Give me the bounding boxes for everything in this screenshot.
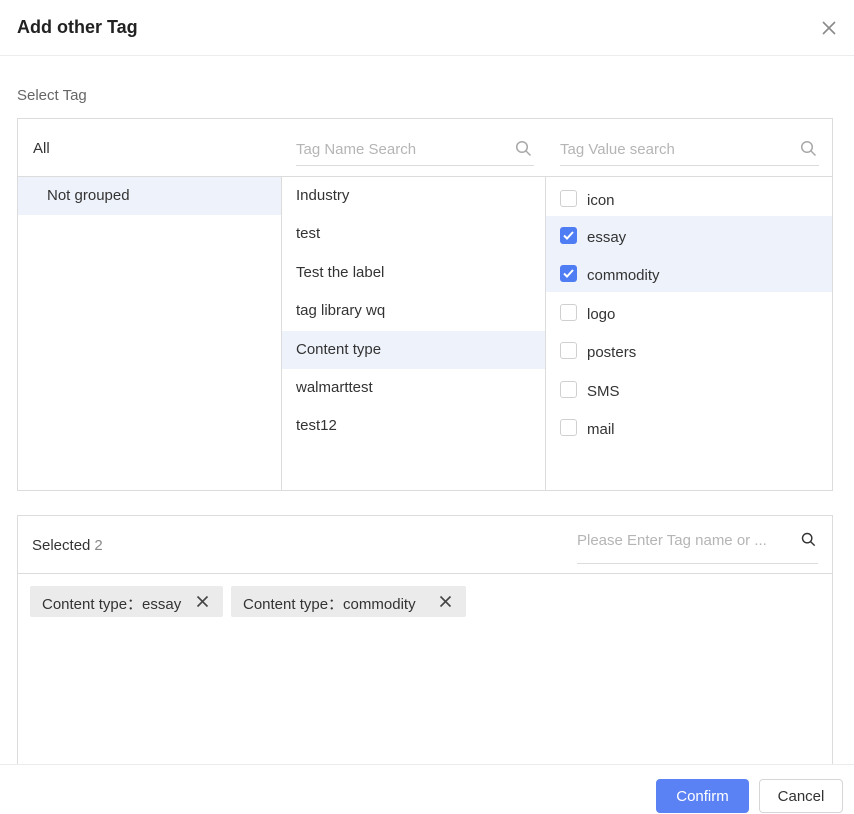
selected-tags-panel: Selected2 Content type：essay Content typ… bbox=[17, 515, 833, 775]
dialog-header: Add other Tag bbox=[0, 0, 854, 56]
checkbox-checked[interactable] bbox=[560, 227, 577, 244]
selected-label: Selected bbox=[32, 537, 91, 554]
tag-value-item-logo[interactable]: logo bbox=[546, 293, 832, 331]
selected-count: 2 bbox=[94, 537, 103, 554]
tag-value-item-mail[interactable]: mail bbox=[546, 408, 832, 446]
tag-name-item-test12[interactable]: test12 bbox=[282, 407, 545, 445]
search-icon[interactable] bbox=[801, 532, 816, 547]
tag-name-item-industry[interactable]: Industry bbox=[282, 177, 545, 215]
checkbox[interactable] bbox=[560, 190, 577, 207]
checkbox[interactable] bbox=[560, 304, 577, 321]
group-item-not-grouped[interactable]: Not grouped bbox=[18, 177, 281, 215]
remove-chip-icon[interactable] bbox=[196, 595, 209, 608]
tag-name-item-test-the-label[interactable]: Test the label bbox=[282, 254, 545, 292]
picker-header: All bbox=[18, 119, 832, 177]
selected-search bbox=[577, 526, 818, 564]
tag-name-label: Industry bbox=[296, 187, 350, 204]
dialog-footer: Confirm Cancel bbox=[0, 764, 854, 814]
tag-name-label: Content type bbox=[296, 341, 382, 358]
confirm-button[interactable]: Confirm bbox=[656, 779, 749, 813]
selected-search-input[interactable] bbox=[577, 526, 818, 554]
chip-label: Content type：commodity bbox=[243, 596, 416, 613]
tag-name-label: walmarttest bbox=[296, 379, 373, 396]
tag-name-item-content-type[interactable]: Content type bbox=[282, 331, 545, 369]
tag-value-label: icon bbox=[587, 192, 615, 209]
tag-value-label: commodity bbox=[587, 267, 660, 284]
search-icon[interactable] bbox=[800, 140, 817, 157]
tag-name-column: Industry test Test the label tag library… bbox=[282, 177, 546, 490]
selected-title: Selected 2 bbox=[32, 537, 103, 554]
tag-name-item-tag-library-wq[interactable]: tag library wq bbox=[282, 292, 545, 330]
tag-value-label: posters bbox=[587, 344, 637, 361]
all-groups-label[interactable]: All bbox=[33, 140, 50, 157]
search-icon[interactable] bbox=[515, 140, 532, 157]
tag-value-item-sms[interactable]: SMS bbox=[546, 370, 832, 408]
tag-value-search bbox=[560, 135, 819, 166]
checkbox[interactable] bbox=[560, 381, 577, 398]
tag-value-label: mail bbox=[587, 421, 615, 438]
group-column: Not grouped bbox=[18, 177, 282, 490]
chip-label: Content type：essay bbox=[42, 596, 182, 613]
tag-value-label: essay bbox=[587, 229, 627, 246]
selected-chip: Content type：commodity bbox=[231, 586, 466, 617]
checkbox-checked[interactable] bbox=[560, 265, 577, 282]
tag-name-label: test12 bbox=[296, 417, 337, 434]
tag-name-item-walmarttest[interactable]: walmarttest bbox=[282, 369, 545, 407]
tag-value-column: icon essay commodity logo posters SMS ma… bbox=[546, 177, 832, 490]
cancel-button[interactable]: Cancel bbox=[759, 779, 843, 813]
remove-chip-icon[interactable] bbox=[439, 595, 452, 608]
selected-header: Selected 2 bbox=[18, 516, 832, 574]
tag-value-search-input[interactable] bbox=[560, 135, 819, 163]
group-item-label: Not grouped bbox=[47, 187, 130, 204]
tag-value-label: logo bbox=[587, 306, 616, 323]
tag-name-item-test[interactable]: test bbox=[282, 215, 545, 253]
select-tag-label: Select Tag bbox=[17, 87, 87, 104]
selected-chip: Content type：essay bbox=[30, 586, 223, 617]
checkbox[interactable] bbox=[560, 342, 577, 359]
tag-picker: All Not grouped Industry test Test the l… bbox=[17, 118, 833, 491]
checkbox[interactable] bbox=[560, 419, 577, 436]
dialog-title: Add other Tag bbox=[17, 17, 138, 37]
tag-name-label: tag library wq bbox=[296, 302, 386, 319]
tag-name-search-input[interactable] bbox=[296, 135, 534, 163]
tag-name-search bbox=[296, 135, 534, 166]
tag-value-item-posters[interactable]: posters bbox=[546, 331, 832, 369]
tag-value-item-essay[interactable]: essay bbox=[546, 216, 832, 254]
tag-value-label: SMS bbox=[587, 383, 620, 400]
tag-name-label: test bbox=[296, 225, 321, 242]
close-icon[interactable] bbox=[819, 18, 839, 38]
tag-name-label: Test the label bbox=[296, 264, 385, 281]
add-tag-dialog: Add other Tag Select Tag All Not grouped… bbox=[0, 0, 854, 814]
tag-value-item-commodity[interactable]: commodity bbox=[546, 254, 832, 292]
tag-value-item-icon[interactable]: icon bbox=[546, 179, 832, 217]
